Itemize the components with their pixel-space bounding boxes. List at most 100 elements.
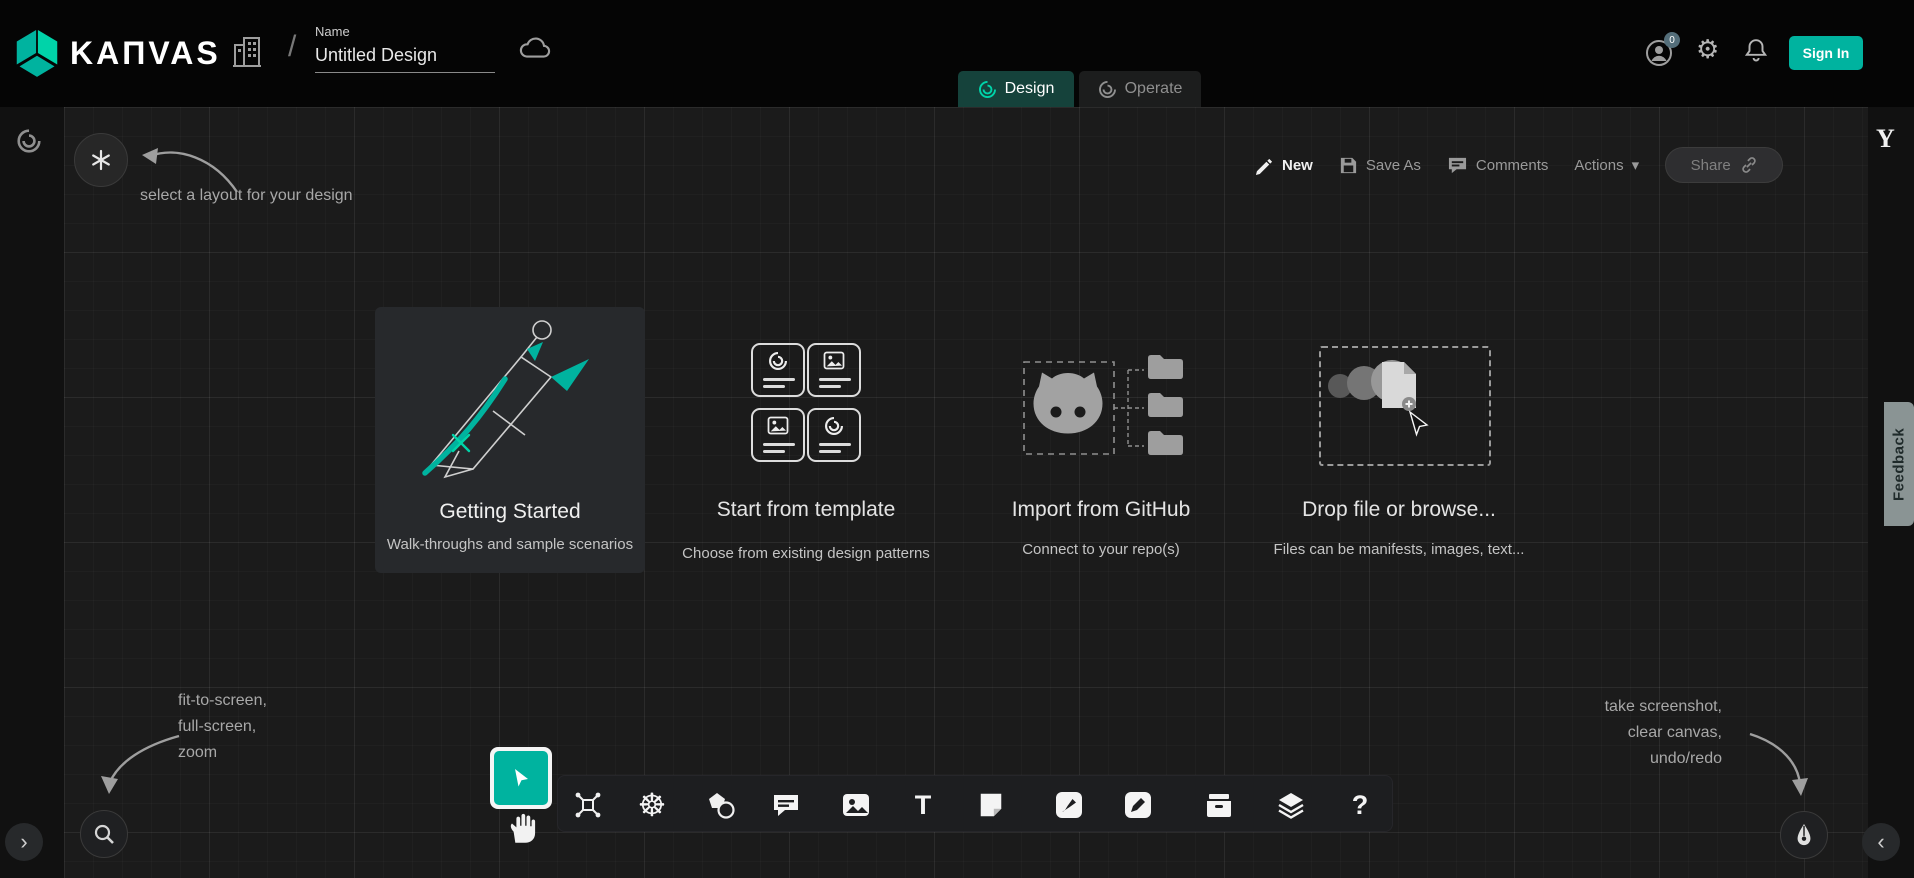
component-nodes-icon <box>573 790 603 820</box>
canvas-toolbar: New Save As Comments Actions ▾ Share <box>1255 146 1783 184</box>
logo[interactable]: KAΠVAS <box>14 28 221 78</box>
chevron-left-icon: ‹ <box>1877 829 1884 855</box>
breadcrumb-separator: / <box>288 30 296 64</box>
active-tool-highlight <box>490 747 552 809</box>
notifications-bell-icon[interactable] <box>1744 38 1768 64</box>
brush-tool[interactable] <box>1049 785 1089 825</box>
getting-started-subtitle: Walk-throughs and sample scenarios <box>375 536 645 553</box>
pan-hand-tool[interactable] <box>508 812 538 845</box>
template-title: Start from template <box>656 498 956 522</box>
drawer-tool[interactable] <box>1199 785 1239 825</box>
screenshot-hint-arrow <box>1742 726 1814 802</box>
brush-square-icon <box>1054 790 1084 820</box>
workspace-building-icon[interactable] <box>232 32 262 70</box>
getting-started-title: Getting Started <box>375 500 645 524</box>
operate-tab-icon <box>1098 80 1117 99</box>
tab-design[interactable]: Design <box>958 71 1074 107</box>
comments-button[interactable]: Comments <box>1447 156 1549 175</box>
comments-icon <box>1447 156 1468 175</box>
spiral-icon <box>824 416 844 436</box>
template-thumb-image-2 <box>751 408 805 462</box>
github-subtitle: Connect to your repo(s) <box>951 541 1251 558</box>
sticky-note-tool[interactable] <box>971 785 1011 825</box>
sign-in-button[interactable]: Sign In <box>1789 36 1863 70</box>
comment-bubble-icon <box>771 792 801 819</box>
screenshot-hint-text: take screenshot, clear canvas, undo/redo <box>1540 694 1722 772</box>
magnifier-icon <box>93 823 116 846</box>
pen-nib-icon <box>1793 822 1815 848</box>
image-icon <box>823 351 845 370</box>
component-toolbar: ☸ T <box>557 775 1393 832</box>
image-icon <box>767 416 789 435</box>
github-title: Import from GitHub <box>951 498 1251 522</box>
save-icon <box>1339 156 1358 175</box>
design-tab-label: Design <box>1005 80 1055 98</box>
share-button[interactable]: Share <box>1665 147 1783 183</box>
zoom-hint-arrow <box>95 728 187 800</box>
new-design-button[interactable]: New <box>1255 156 1313 175</box>
template-subtitle: Choose from existing design patterns <box>656 545 956 562</box>
app-header: KAΠVAS / Name Desi <box>0 0 1914 107</box>
text-tool[interactable]: T <box>903 785 943 825</box>
zoom-button[interactable] <box>80 810 128 858</box>
expand-left-panel-button[interactable]: › <box>5 823 43 861</box>
layout-hint-text: select a layout for your design <box>140 183 353 209</box>
getting-started-card[interactable]: Getting Started Walk-throughs and sample… <box>375 307 645 573</box>
photo-icon <box>841 792 871 818</box>
template-thumb-image <box>807 343 861 397</box>
pen-square-icon <box>1123 790 1153 820</box>
drop-figure <box>1322 356 1488 460</box>
layers-tool[interactable] <box>1271 785 1311 825</box>
annotate-pen-button[interactable] <box>1780 811 1828 859</box>
getting-started-illustration <box>397 315 623 493</box>
chevron-right-icon: › <box>20 829 27 855</box>
select-tool-button[interactable] <box>494 751 548 805</box>
settings-gear-icon[interactable]: ⚙ <box>1696 36 1719 62</box>
design-name-input[interactable] <box>315 43 495 73</box>
text-t-icon: T <box>915 792 932 819</box>
cursor-icon <box>509 766 533 790</box>
tab-operate[interactable]: Operate <box>1079 71 1201 107</box>
template-thumb-design <box>751 343 805 397</box>
layout-select-button[interactable] <box>74 133 128 187</box>
question-mark-icon: ? <box>1352 792 1369 819</box>
shapes-icon <box>706 790 736 820</box>
comment-tool[interactable] <box>766 785 806 825</box>
drawer-archive-icon <box>1204 791 1234 820</box>
operate-tab-label: Operate <box>1125 80 1183 98</box>
feedback-tab[interactable]: Feedback <box>1884 402 1914 526</box>
help-tool[interactable]: ? <box>1340 785 1380 825</box>
left-rail <box>0 107 64 878</box>
template-thumb-design-2 <box>807 408 861 462</box>
image-tool[interactable] <box>836 785 876 825</box>
pencil-icon <box>1255 156 1274 175</box>
cloud-sync-icon[interactable] <box>518 36 552 60</box>
actions-dropdown[interactable]: Actions ▾ <box>1574 156 1639 174</box>
notification-count-badge: 0 <box>1664 32 1680 48</box>
design-tab-icon <box>978 80 997 99</box>
helm-wheel-icon: ☸ <box>638 789 667 821</box>
layout-asterisk-icon <box>89 148 113 172</box>
design-name-block: Name <box>315 24 495 73</box>
kubernetes-tool[interactable]: ☸ <box>632 785 672 825</box>
caret-down-icon: ▾ <box>1632 156 1640 174</box>
shapes-tool[interactable] <box>701 785 741 825</box>
logo-text: KAΠVAS <box>70 35 221 72</box>
sticky-note-icon <box>977 791 1005 819</box>
kanvas-app: KAΠVAS / Name Desi <box>0 0 1914 878</box>
layers-icon <box>1276 790 1306 820</box>
share-link-icon <box>1740 156 1758 174</box>
save-as-button[interactable]: Save As <box>1339 156 1421 175</box>
meshery-spinner-icon <box>16 128 42 154</box>
design-name-label: Name <box>315 24 495 39</box>
side-panel-y-icon[interactable]: Y <box>1876 124 1895 154</box>
zoom-hint-text: fit-to-screen, full-screen, zoom <box>178 688 267 766</box>
spiral-icon <box>768 351 788 371</box>
kanvas-logo-icon <box>14 28 60 78</box>
drop-title: Drop file or browse... <box>1249 498 1549 522</box>
collapse-right-panel-button[interactable]: ‹ <box>1862 823 1900 861</box>
pen-tool[interactable] <box>1118 785 1158 825</box>
component-tool[interactable] <box>568 785 608 825</box>
github-figure <box>1010 350 1200 468</box>
drop-subtitle: Files can be manifests, images, text... <box>1249 541 1549 558</box>
